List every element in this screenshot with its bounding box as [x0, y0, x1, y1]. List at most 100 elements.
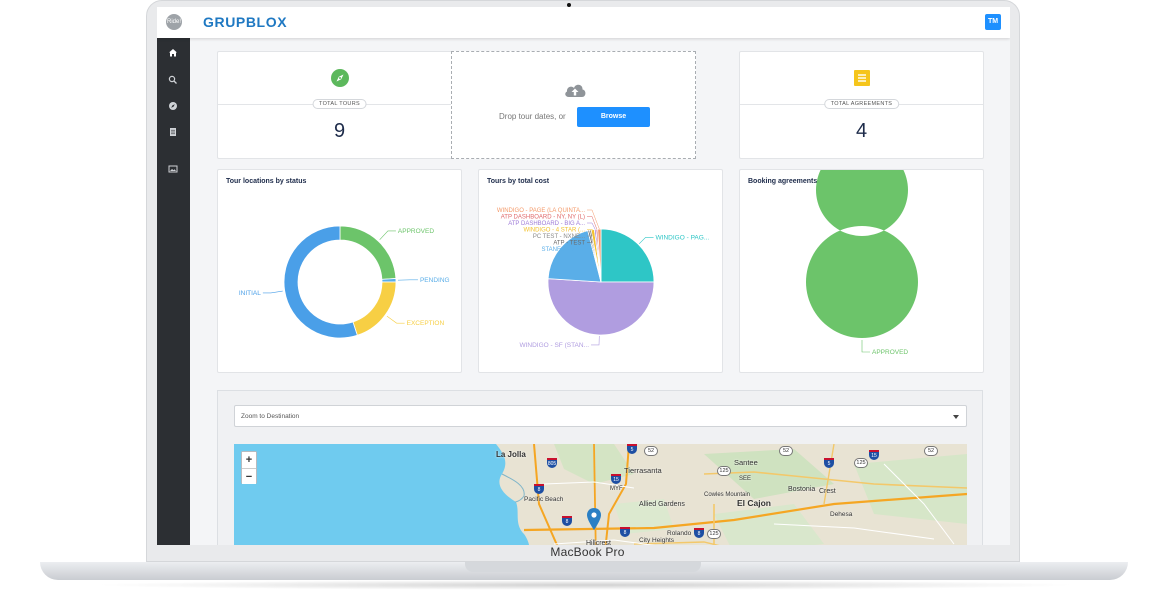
map-place-label: City Heights — [639, 537, 675, 544]
map-place-label: Santee — [734, 458, 758, 467]
map-view[interactable]: + − La Jolla Tierrasanta Santee Allied Gard… — [234, 444, 967, 545]
location-pin-icon[interactable] — [587, 508, 601, 530]
label-leader-line — [861, 340, 870, 353]
interstate-shield: 8 — [620, 527, 630, 537]
upload-dropzone[interactable]: Drop tour dates, or Browse — [451, 51, 696, 159]
map-place-label: Cowles Mountain — [704, 492, 751, 498]
pie-slice[interactable] — [352, 281, 397, 336]
slice-label: STANFORD C... — [541, 247, 585, 253]
pie-slice[interactable] — [381, 278, 397, 283]
map-place-label: Pacific Beach — [524, 496, 564, 503]
total-agreements-label: TOTAL AGREEMENTS — [823, 99, 900, 109]
drop-instructions: Drop tour dates, or — [499, 112, 566, 121]
top-bar: Ride! GRUPBLOX TM — [157, 7, 1010, 38]
map-place-label: SEE — [739, 476, 752, 482]
browse-button[interactable]: Browse — [577, 107, 650, 127]
chevron-down-icon — [953, 415, 959, 419]
interstate-shield: 5 — [627, 444, 637, 454]
compass-icon — [330, 69, 349, 87]
slice-label: EXCEPTION — [407, 320, 445, 327]
home-icon[interactable] — [166, 46, 180, 60]
app-title[interactable]: GRUPBLOX — [203, 14, 287, 30]
label-leader-line — [638, 237, 654, 245]
map-place-label: Bostonia — [788, 486, 816, 493]
slice-label: APPROVED — [398, 228, 434, 235]
slice-label: INITIAL — [239, 290, 261, 297]
laptop-notch — [465, 562, 701, 572]
device-label: MacBook Pro — [550, 545, 625, 559]
zoom-out-button[interactable]: − — [242, 468, 256, 484]
slice-label: PC TEST - NXNE... — [533, 234, 585, 240]
pie-slice[interactable] — [283, 225, 358, 339]
tour-locations-donut: APPROVED PENDING EXCEPTION INITIAL — [239, 225, 450, 339]
zoom-in-button[interactable]: + — [242, 452, 256, 468]
interstate-shield: 8 — [562, 516, 572, 526]
tours-cost-chart-card: Tours by total cost WINDIGO - PAGE (LA Q… — [478, 169, 723, 373]
map-place-label: Crest — [819, 488, 836, 495]
slice-label: WINDIGO - PAG... — [656, 234, 710, 241]
total-tours-card: TOTAL TOURS 9 — [217, 51, 462, 159]
highway-shield: 125 — [717, 466, 731, 476]
pie-slice[interactable] — [547, 278, 655, 336]
tours-cost-pie: WINDIGO - PAGE (LA QUINTA...ATP DASHBOAR… — [497, 208, 710, 349]
map-place-label: La Jolla — [496, 450, 526, 459]
total-tours-label: TOTAL TOURS — [312, 99, 367, 109]
total-agreements-value: 4 — [855, 120, 868, 142]
interstate-shield: 5 — [824, 458, 834, 468]
map-place-label: Allied Gardens — [639, 501, 685, 508]
slice-label: WINDIGO - 4 STAR (... — [523, 228, 585, 234]
tour-locations-chart-card: Tour locations by status APPROVED PENDING… — [217, 169, 462, 373]
slice-label: WINDIGO - SF (STAN... — [519, 342, 589, 349]
label-leader-line — [379, 230, 396, 240]
map-place-label: El Cajon — [737, 498, 772, 508]
label-leader-line — [591, 335, 600, 346]
pie-slice[interactable] — [339, 225, 397, 280]
map-place-label: Hillcrest — [586, 540, 611, 545]
slice-label: ATP DASHBOARD - NY, NY (L) — [501, 215, 585, 221]
map-zoom-controls: + − — [241, 451, 257, 484]
slice-label: ATP DASHBOARD - BIG A... — [508, 221, 585, 227]
booking-agreements-donut: APPROVED — [806, 170, 918, 356]
interstate-shield: 8 — [694, 528, 704, 538]
cloud-upload-icon — [565, 84, 586, 97]
total-tours-value: 9 — [333, 120, 346, 142]
interstate-shield: 15 — [611, 474, 621, 484]
highway-shield: 52 — [924, 446, 938, 456]
slice-label: WINDIGO - PAGE (LA QUINTA... — [497, 208, 585, 214]
app-logo[interactable]: Ride! — [166, 14, 182, 30]
interstate-shield: 8 — [534, 484, 544, 494]
zoom-to-destination-select[interactable]: Zoom to Destination — [234, 405, 967, 427]
interstate-shield: 805 — [547, 458, 557, 468]
image-icon[interactable] — [166, 162, 180, 176]
pie-slice[interactable] — [806, 170, 918, 338]
map-place-label: Dehesa — [830, 511, 853, 518]
map-place-label: MYF — [610, 486, 623, 492]
label-leader-line — [587, 222, 596, 230]
search-icon[interactable] — [166, 73, 180, 87]
highway-shield: 52 — [779, 446, 793, 456]
app-screen: Ride! GRUPBLOX TM TOTAL TOURS 9 Drop tou… — [157, 7, 1010, 545]
main-content: TOTAL TOURS 9 Drop tour dates, or Browse — [190, 38, 1010, 545]
map-place-label: Tierrasanta — [624, 466, 662, 475]
user-avatar[interactable]: TM — [985, 14, 1001, 30]
sidebar — [157, 38, 190, 545]
slice-label: PENDING — [420, 277, 450, 284]
map-panel: Zoom to Destination + − La Jolla Tierras… — [217, 390, 983, 545]
highway-shield: 52 — [644, 446, 658, 456]
compass-icon[interactable] — [166, 99, 180, 113]
pie-slice[interactable] — [600, 228, 655, 283]
map-place-label: Rolando — [667, 530, 692, 537]
list-icon — [853, 70, 870, 86]
laptop-shadow — [90, 580, 1080, 590]
document-icon[interactable] — [166, 125, 180, 139]
label-leader-line — [386, 315, 405, 324]
highway-shield: 125 — [854, 458, 868, 468]
slice-label: ATP - TEST — [553, 241, 585, 247]
highway-shield: 125 — [707, 529, 721, 539]
label-leader-line — [262, 290, 283, 294]
booking-agreements-chart-card: Booking agreements by status APPROVED — [739, 169, 984, 373]
zoom-select-value: Zoom to Destination — [241, 413, 300, 420]
total-agreements-card: TOTAL AGREEMENTS 4 — [739, 51, 984, 159]
slice-label: APPROVED — [872, 349, 908, 356]
interstate-shield: 15 — [869, 450, 879, 460]
